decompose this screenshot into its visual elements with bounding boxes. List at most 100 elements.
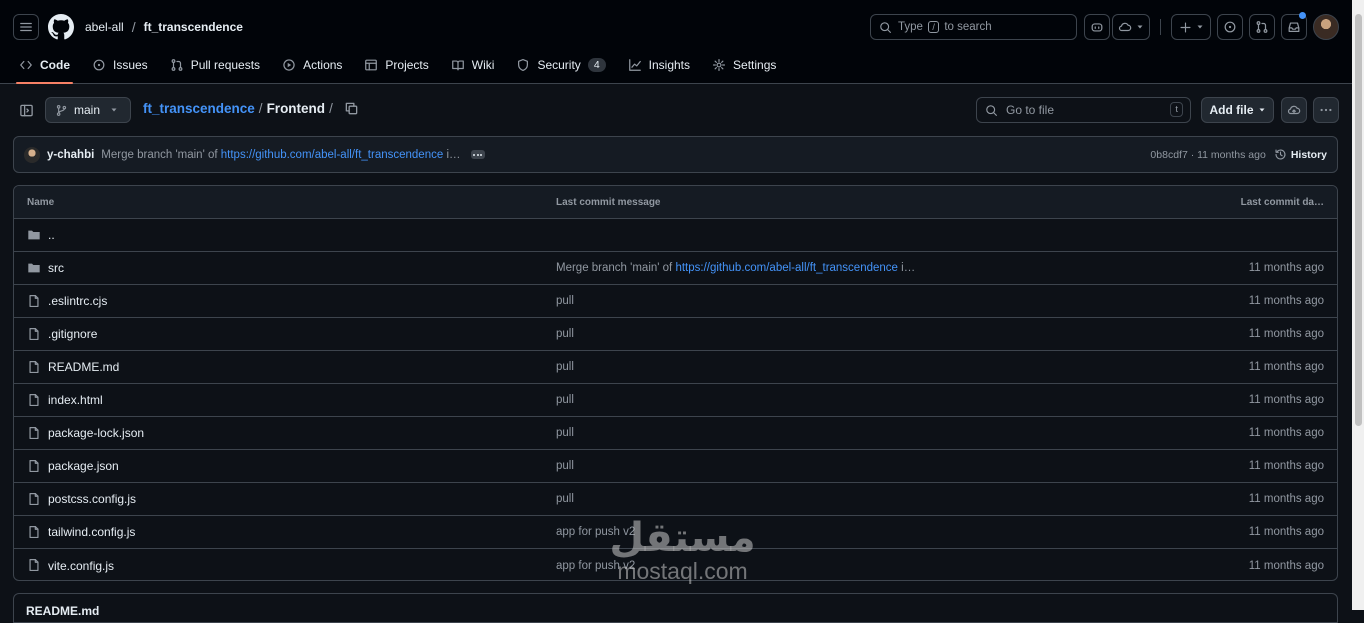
menu-button[interactable] xyxy=(13,14,39,40)
file-name-link[interactable]: package.json xyxy=(48,459,119,473)
breadcrumb-repo-link[interactable]: ft_transcendence xyxy=(143,101,255,116)
file-commit-message[interactable]: pull xyxy=(556,295,574,307)
pull-requests-button[interactable] xyxy=(1249,14,1275,40)
commit-message-text: pull xyxy=(556,460,574,472)
file-name-link[interactable]: postcss.config.js xyxy=(48,492,136,506)
file-commit-message[interactable]: pull xyxy=(556,460,574,472)
play-icon xyxy=(283,59,295,71)
file-name-link[interactable]: .. xyxy=(48,228,55,242)
file-icon xyxy=(27,294,41,308)
table-row[interactable]: tailwind.config.js app for push v2 11 mont… xyxy=(14,516,1337,549)
history-label: History xyxy=(1290,148,1327,161)
table-row[interactable]: .. xyxy=(14,219,1337,252)
file-name-link[interactable]: src xyxy=(48,261,64,275)
graph-icon xyxy=(628,59,641,71)
file-commit-date: 11 months ago xyxy=(1248,460,1324,472)
copilot-icon xyxy=(1091,23,1103,32)
file-name-link[interactable]: .eslintrc.cjs xyxy=(48,294,107,308)
issues-button[interactable] xyxy=(1217,14,1243,40)
table-row[interactable]: postcss.config.js pull 11 months ago xyxy=(14,483,1337,516)
table-row[interactable]: .gitignore pull 11 months ago xyxy=(14,318,1337,351)
go-to-file-input[interactable]: Go to file t xyxy=(976,97,1191,123)
side-panel-toggle[interactable] xyxy=(13,97,39,123)
file-commit-message[interactable]: pull xyxy=(556,361,574,373)
commit-message-text: pull xyxy=(556,394,574,406)
table-row[interactable]: vite.config.js app for push v2 11 months a… xyxy=(14,549,1337,580)
tab-pull-requests[interactable]: Pull requests xyxy=(161,50,269,80)
file-name-link[interactable]: package-lock.json xyxy=(48,426,144,440)
copilot-button[interactable] xyxy=(1084,14,1110,40)
commit-message-link[interactable]: https://github.com/abel-all/ft_transcend… xyxy=(675,262,897,274)
history-button[interactable]: History xyxy=(1274,148,1327,161)
tab-projects[interactable]: Projects xyxy=(355,50,437,80)
file-icon xyxy=(27,393,41,407)
file-commit-message[interactable]: Merge branch 'main' of https://github.co… xyxy=(556,262,915,274)
file-commit-message[interactable]: pull xyxy=(556,493,574,505)
tab-wiki[interactable]: Wiki xyxy=(442,50,504,80)
owner-link[interactable]: abel-all xyxy=(85,20,124,34)
commit-message-prefix: Merge branch 'main' of xyxy=(101,148,218,161)
security-counter: 4 xyxy=(587,58,606,72)
column-commit-date: Last commit da… xyxy=(1240,196,1324,208)
file-table-header: Name Last commit message Last commit da… xyxy=(14,186,1337,219)
file-commit-date: 11 months ago xyxy=(1248,559,1324,572)
tab-issues[interactable]: Issues xyxy=(83,50,157,80)
repo-nav: Code Issues Pull requests Actions Projec… xyxy=(10,50,785,84)
issue-icon xyxy=(93,59,105,71)
file-commit-message[interactable]: app for push v2 xyxy=(556,526,635,538)
table-row[interactable]: .eslintrc.cjs pull 11 months ago xyxy=(14,285,1337,318)
folder-icon xyxy=(27,228,41,242)
file-name-link[interactable]: index.html xyxy=(48,393,103,407)
file-icon xyxy=(27,459,41,473)
table-row[interactable]: package.json pull 11 months ago xyxy=(14,450,1337,483)
create-new-button[interactable] xyxy=(1171,14,1211,40)
tab-label: Settings xyxy=(733,58,777,72)
user-avatar[interactable] xyxy=(1313,14,1339,40)
commit-message-link[interactable]: https://github.com/abel-all/ft_transcend… xyxy=(221,149,443,161)
commit-message[interactable]: Merge branch 'main' of https://github.co… xyxy=(101,149,460,161)
add-file-button[interactable]: Add file xyxy=(1201,97,1274,123)
file-commit-message[interactable]: pull xyxy=(556,328,574,340)
commit-author[interactable]: y-chahbi xyxy=(47,149,94,161)
copilot-menu-button[interactable] xyxy=(1112,14,1150,40)
file-commit-message[interactable]: pull xyxy=(556,394,574,406)
page-scrollbar[interactable] xyxy=(1352,0,1364,610)
tab-security[interactable]: Security 4 xyxy=(507,50,614,80)
tab-code[interactable]: Code xyxy=(10,50,79,84)
repo-link[interactable]: ft_transcendence xyxy=(144,20,243,34)
table-row[interactable]: src Merge branch 'main' of https://github… xyxy=(14,252,1337,285)
notification-dot xyxy=(1299,12,1306,19)
readme-title[interactable]: README.md xyxy=(26,604,99,618)
file-commit-message[interactable]: app for push v2 xyxy=(556,560,635,572)
table-row[interactable]: README.md pull 11 months ago xyxy=(14,351,1337,384)
git-branch-icon xyxy=(56,104,67,116)
tab-insights[interactable]: Insights xyxy=(619,50,699,80)
table-row[interactable]: index.html pull 11 months ago xyxy=(14,384,1337,417)
file-name-link[interactable]: tailwind.config.js xyxy=(48,525,135,539)
tab-actions[interactable]: Actions xyxy=(273,50,351,80)
file-icon xyxy=(27,360,41,374)
branch-selector[interactable]: main xyxy=(45,97,131,123)
latest-commit-bar: y-chahbi Merge branch 'main' of https://… xyxy=(13,136,1338,173)
file-name-link[interactable]: vite.config.js xyxy=(48,559,114,573)
file-name-link[interactable]: README.md xyxy=(48,360,119,374)
copy-path-button[interactable] xyxy=(344,101,359,116)
commit-message-text: pull xyxy=(556,493,574,505)
file-commit-message[interactable]: pull xyxy=(556,427,574,439)
tab-settings[interactable]: Settings xyxy=(703,50,785,80)
commit-hash-time[interactable]: 0b8cdf7 · 11 months ago xyxy=(1150,149,1265,161)
commit-author-avatar[interactable] xyxy=(24,146,40,163)
table-row[interactable]: package-lock.json pull 11 months ago xyxy=(14,417,1337,450)
more-options-button[interactable] xyxy=(1313,97,1339,123)
expand-commit-button[interactable] xyxy=(470,150,485,159)
tab-label: Issues xyxy=(113,58,148,72)
code-download-button[interactable] xyxy=(1281,97,1307,123)
cloud-icon xyxy=(1118,22,1132,32)
table-icon xyxy=(365,59,378,71)
file-name-link[interactable]: .gitignore xyxy=(48,327,97,341)
scrollbar-thumb[interactable] xyxy=(1355,14,1362,426)
tab-label: Pull requests xyxy=(190,58,261,72)
github-logo-icon[interactable] xyxy=(48,14,74,40)
search-input[interactable]: Type / to search xyxy=(870,14,1077,40)
chevron-down-icon xyxy=(1259,108,1264,112)
